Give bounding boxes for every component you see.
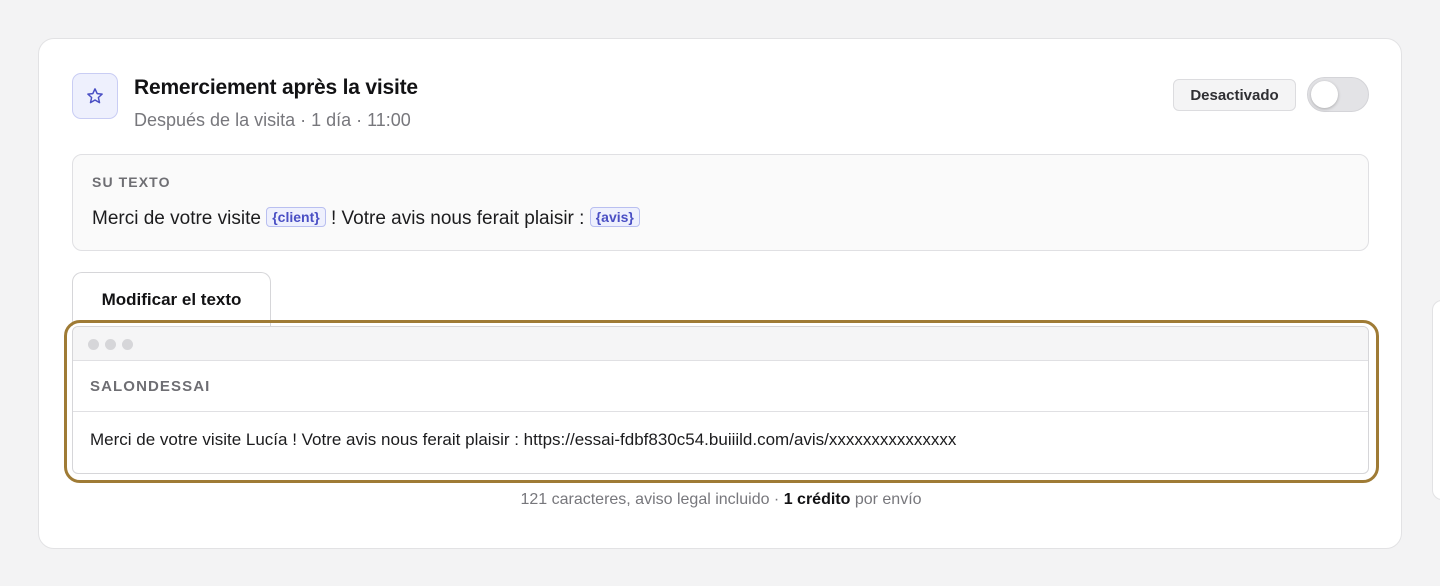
preview-sender-name: SALONDESSAI [73,361,1368,412]
text-segment: Merci de votre visite [92,208,267,229]
automation-toggle[interactable] [1307,77,1369,112]
automation-card: Remerciement après la visite Después de … [38,38,1402,549]
variable-chip-avis: {avis} [589,207,640,227]
toggle-knob [1311,81,1338,108]
per-send-text: por envío [850,491,922,508]
preview-window-bar [73,327,1368,361]
character-count-note: 121 caracteres, aviso legal incluido · 1… [39,491,1403,509]
automation-icon-box [72,73,118,119]
template-text-box: SU TEXTO Merci de votre visite {client} … [72,154,1369,251]
side-panel-edge [1432,300,1440,500]
sms-preview: SALONDESSAI Merci de votre visite Lucía … [72,326,1369,474]
window-dot-icon [88,339,99,350]
status-badge: Desactivado [1173,79,1296,111]
window-dot-icon [122,339,133,350]
template-text-label: SU TEXTO [92,174,171,190]
star-icon [87,88,103,104]
credit-count: 1 crédito [783,491,851,508]
preview-message-text: Merci de votre visite Lucía ! Votre avis… [90,430,957,449]
template-text-body: Merci de votre visite {client} ! Votre a… [92,207,640,230]
window-dot-icon [105,339,116,350]
char-count-text: 121 caracteres, aviso legal incluido · [520,491,784,508]
variable-chip-client: {client} [266,207,326,227]
edit-text-button[interactable]: Modificar el texto [72,272,271,326]
automation-schedule: Después de la visita · 1 día · 11:00 [134,110,411,130]
text-segment: ! Votre avis nous ferait plaisir : [325,208,590,229]
automation-title: Remerciement après la visite [134,76,418,99]
